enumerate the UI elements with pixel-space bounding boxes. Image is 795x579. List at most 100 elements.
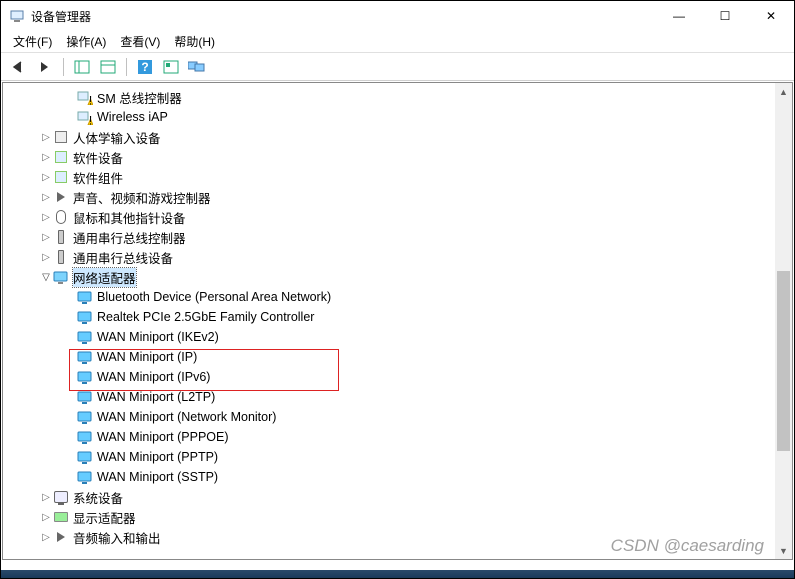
close-button[interactable]: ✕ (748, 1, 794, 31)
expander-icon[interactable]: ▷ (39, 212, 53, 223)
expander-icon[interactable]: ▷ (39, 532, 53, 543)
device-item[interactable]: ! Wireless iAP (3, 107, 792, 127)
category-item[interactable]: ▷ 显示适配器 (3, 507, 792, 527)
maximize-button[interactable]: ☐ (702, 1, 748, 31)
menu-view[interactable]: 查看(V) (120, 33, 160, 50)
category-item[interactable]: ▷声音、视频和游戏控制器 (3, 187, 792, 207)
tree-item-label: WAN Miniport (SSTP) (97, 470, 218, 484)
tree-item-label: WAN Miniport (IKEv2) (97, 330, 219, 344)
soft-icon (53, 149, 69, 165)
menu-file[interactable]: 文件(F) (13, 33, 52, 50)
expander-icon[interactable]: ▽ (39, 272, 53, 283)
device-item[interactable]: WAN Miniport (IP) (3, 347, 792, 367)
tree-item-label: 音频输入和输出 (73, 528, 161, 547)
mouse-icon (53, 209, 69, 225)
net-icon (53, 269, 69, 285)
svg-text:?: ? (141, 60, 148, 74)
category-item[interactable]: ▷人体学输入设备 (3, 127, 792, 147)
tree-item-label: SM 总线控制器 (97, 88, 182, 107)
scroll-up-arrow[interactable]: ▲ (775, 83, 792, 100)
tree-item-label: WAN Miniport (Network Monitor) (97, 410, 276, 424)
tree-item-label: 软件设备 (73, 148, 123, 167)
category-item[interactable]: ▽ 网络适配器 (3, 267, 792, 287)
scrollbar-thumb[interactable] (777, 271, 790, 451)
sound-icon (53, 529, 69, 545)
computer-icon (53, 489, 69, 505)
category-item[interactable]: ▷ 系统设备 (3, 487, 792, 507)
netchild-icon (77, 329, 93, 345)
device-item[interactable]: WAN Miniport (IPv6) (3, 367, 792, 387)
usb-icon (53, 249, 69, 265)
tree-pane: !SM 总线控制器!Wireless iAP▷人体学输入设备▷软件设备▷软件组件… (2, 82, 793, 560)
netchild-icon (77, 469, 93, 485)
device-item[interactable]: WAN Miniport (PPPOE) (3, 427, 792, 447)
expander-icon[interactable]: ▷ (39, 192, 53, 203)
help-button[interactable]: ? (133, 56, 157, 78)
forward-button[interactable] (33, 56, 57, 78)
minimize-button[interactable]: — (656, 1, 702, 31)
app-icon (9, 8, 25, 24)
separator (126, 58, 127, 76)
tree-item-label: 软件组件 (73, 168, 123, 187)
device-item[interactable]: WAN Miniport (L2TP) (3, 387, 792, 407)
tree-item-label: WAN Miniport (IP) (97, 350, 197, 364)
svg-text:!: ! (89, 114, 92, 126)
netchild-icon (77, 369, 93, 385)
expander-icon[interactable]: ▷ (39, 152, 53, 163)
netchild-icon (77, 389, 93, 405)
tree-item-label: WAN Miniport (IPv6) (97, 370, 210, 384)
expander-icon[interactable]: ▷ (39, 172, 53, 183)
netchild-icon (77, 309, 93, 325)
device-item[interactable]: Realtek PCIe 2.5GbE Family Controller (3, 307, 792, 327)
category-item[interactable]: ▷通用串行总线设备 (3, 247, 792, 267)
tree-item-label: WAN Miniport (L2TP) (97, 390, 215, 404)
tree-item-label: WAN Miniport (PPPOE) (97, 430, 229, 444)
monitors-button[interactable] (185, 56, 209, 78)
warn-icon: ! (77, 109, 93, 125)
device-item[interactable]: WAN Miniport (SSTP) (3, 467, 792, 487)
expander-icon[interactable]: ▷ (39, 232, 53, 243)
netchild-icon (77, 449, 93, 465)
category-item[interactable]: ▷ 软件设备 (3, 147, 792, 167)
category-item[interactable]: ▷鼠标和其他指针设备 (3, 207, 792, 227)
toolbar: ? (1, 53, 794, 81)
device-item[interactable]: WAN Miniport (IKEv2) (3, 327, 792, 347)
toolbar-btn-3[interactable] (159, 56, 183, 78)
device-item[interactable]: WAN Miniport (PPTP) (3, 447, 792, 467)
netchild-icon (77, 289, 93, 305)
expander-icon[interactable]: ▷ (39, 252, 53, 263)
expander-icon[interactable]: ▷ (39, 492, 53, 503)
scroll-down-arrow[interactable]: ▼ (775, 542, 792, 559)
svg-text:!: ! (89, 94, 92, 106)
tree-item-label: Wireless iAP (97, 110, 168, 124)
warn-icon: ! (77, 89, 93, 105)
window-controls: — ☐ ✕ (656, 1, 794, 31)
tree-item-label: Realtek PCIe 2.5GbE Family Controller (97, 310, 314, 324)
menu-action[interactable]: 操作(A) (66, 33, 106, 50)
expander-icon[interactable]: ▷ (39, 132, 53, 143)
category-item[interactable]: ▷ 软件组件 (3, 167, 792, 187)
window-title: 设备管理器 (31, 8, 656, 25)
soft-icon (53, 169, 69, 185)
tree-item-label: 网络适配器 (73, 268, 136, 287)
device-item[interactable]: Bluetooth Device (Personal Area Network) (3, 287, 792, 307)
menu-help[interactable]: 帮助(H) (174, 33, 215, 50)
toolbar-btn-1[interactable] (70, 56, 94, 78)
tree-item-label: 显示适配器 (73, 508, 136, 527)
device-item[interactable]: WAN Miniport (Network Monitor) (3, 407, 792, 427)
menubar: 文件(F) 操作(A) 查看(V) 帮助(H) (1, 31, 794, 53)
expander-icon[interactable]: ▷ (39, 512, 53, 523)
titlebar[interactable]: 设备管理器 — ☐ ✕ (1, 1, 794, 31)
tree-item-label: 系统设备 (73, 488, 123, 507)
vertical-scrollbar[interactable]: ▲ ▼ (775, 83, 792, 559)
netchild-icon (77, 429, 93, 445)
card-icon (53, 509, 69, 525)
category-item[interactable]: ▷ 通用串行总线控制器 (3, 227, 792, 247)
netchild-icon (77, 349, 93, 365)
taskbar-sliver (1, 570, 794, 578)
tree-item-label: 通用串行总线控制器 (73, 228, 186, 247)
device-tree[interactable]: !SM 总线控制器!Wireless iAP▷人体学输入设备▷软件设备▷软件组件… (3, 83, 792, 559)
toolbar-btn-2[interactable] (96, 56, 120, 78)
back-button[interactable] (7, 56, 31, 78)
device-item[interactable]: ! SM 总线控制器 (3, 87, 792, 107)
